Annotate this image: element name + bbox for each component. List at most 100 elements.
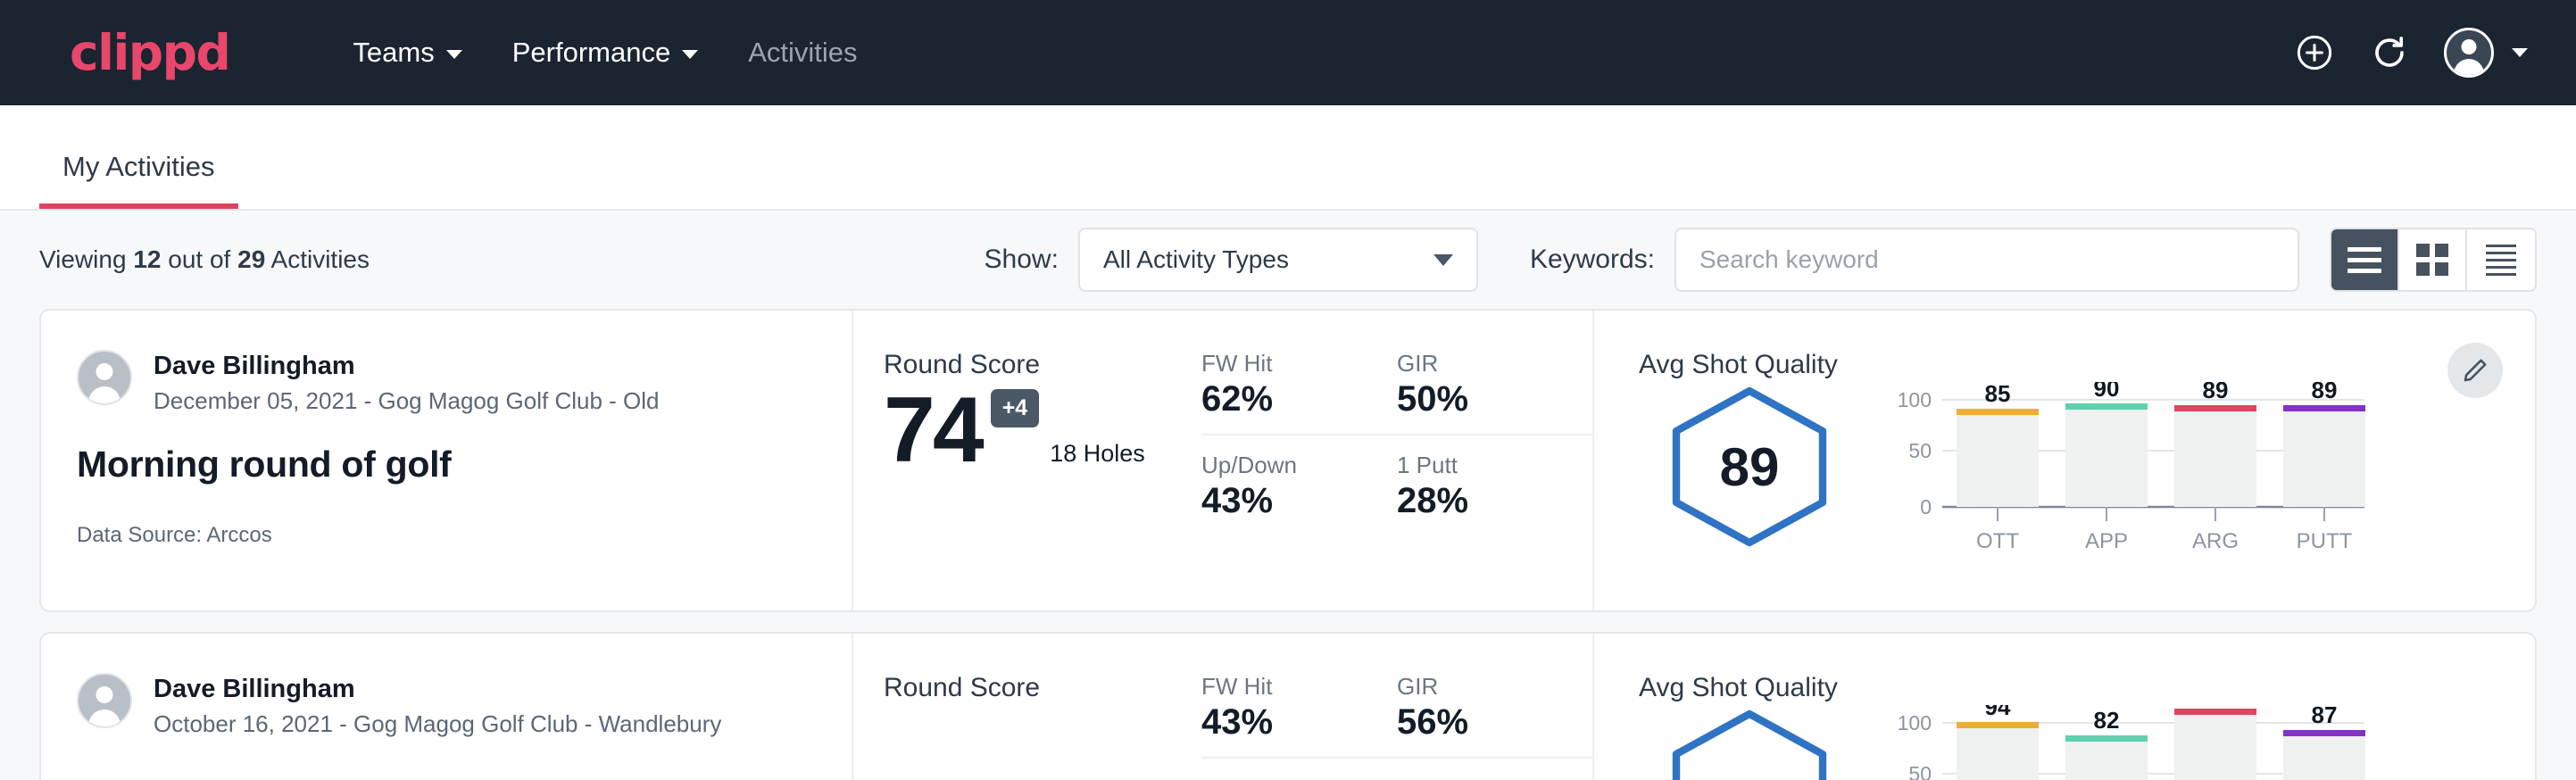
ytick-0: 0: [1920, 495, 1932, 519]
search-input-placeholder: Search keyword: [1699, 245, 1879, 274]
bar-cap-ott: [1957, 409, 2039, 415]
round-score-label: Round Score: [884, 350, 1201, 380]
bar-putt: [2283, 408, 2365, 507]
chevron-down-icon[interactable]: [2512, 48, 2528, 57]
bar-value-arg: 106: [2196, 705, 2234, 706]
stat-up-down: Up/Down 43%: [1201, 436, 1397, 521]
activity-user-meta: October 16, 2021 - Gog Magog Golf Club -…: [154, 710, 721, 738]
round-score-label: Round Score: [884, 673, 1201, 703]
search-input[interactable]: Search keyword: [1674, 228, 2299, 292]
round-stats-grid: FW Hit 43% GIR 56%: [1201, 673, 1592, 759]
round-holes: 18 Holes: [1050, 440, 1145, 468]
stat-gir: GIR 56%: [1397, 673, 1592, 759]
viewing-total: 29: [237, 245, 265, 273]
viewing-suffix: Activities: [271, 245, 370, 273]
activity-user: Dave Billingham December 05, 2021 - Gog …: [77, 350, 816, 415]
avg-shot-quality-label: Avg Shot Quality: [1639, 350, 2535, 380]
stat-1-putt-label: 1 Putt: [1397, 452, 1562, 479]
stat-1-putt-value: 28%: [1397, 481, 1562, 521]
stat-fw-hit-value: 43%: [1201, 702, 1367, 743]
stat-gir-value: 56%: [1397, 702, 1562, 743]
viewing-count: 12: [133, 245, 161, 273]
round-stats-block: FW Hit 62% GIR 50% Up/Down 43% 1 Putt 28…: [1201, 311, 1594, 610]
stat-gir-label: GIR: [1397, 350, 1562, 378]
bar-app: [2065, 406, 2148, 507]
stat-fw-hit-label: FW Hit: [1201, 673, 1367, 701]
ytick-50: 50: [1908, 439, 1932, 462]
stat-fw-hit: FW Hit 62%: [1201, 350, 1397, 436]
view-mode-list[interactable]: [2331, 229, 2399, 290]
navbar-actions: [2294, 28, 2528, 78]
view-mode-grid[interactable]: [2399, 229, 2467, 290]
list-view-icon: [2347, 247, 2381, 273]
nav-item-performance[interactable]: Performance: [487, 28, 723, 78]
bar-cap-ott: [1957, 722, 2039, 728]
stat-up-down-label: Up/Down: [1201, 452, 1367, 479]
bar-putt: [2283, 733, 2365, 780]
chart-bars: 94 82 106 87: [1957, 705, 2365, 780]
activity-type-select[interactable]: All Activity Types: [1078, 228, 1478, 292]
activity-user-name: Dave Billingham: [154, 673, 721, 705]
round-score-value: 74: [884, 384, 982, 477]
bar-ott: [1957, 725, 2039, 780]
top-navbar: clippd Teams Performance Activities: [0, 0, 2576, 105]
bar-cap-putt: [2283, 405, 2365, 411]
round-stats-block: FW Hit 43% GIR 56%: [1201, 634, 1594, 780]
shot-quality-hexagon: 89: [1660, 382, 1839, 552]
nav-item-activities[interactable]: Activities: [723, 28, 882, 78]
chevron-down-icon: [1433, 254, 1453, 266]
stat-fw-hit: FW Hit 43%: [1201, 673, 1397, 759]
activity-card[interactable]: Dave Billingham December 05, 2021 - Gog …: [39, 309, 2537, 612]
bar-value-arg: 89: [2203, 382, 2229, 403]
shot-quality-block: Avg Shot Quality 100 50 0: [1594, 634, 2535, 780]
round-score-badge: +4: [991, 389, 1040, 427]
bar-cap-app: [2065, 403, 2148, 410]
viewing-count-text: Viewing 12 out of 29 Activities: [39, 245, 370, 274]
keywords-label: Keywords:: [1530, 245, 1655, 275]
tab-bar: My Activities: [0, 105, 2576, 211]
activity-data-source: Data Source: Arccos: [77, 523, 816, 548]
stat-gir-label: GIR: [1397, 673, 1562, 701]
stat-gir-value: 50%: [1397, 379, 1562, 419]
compact-view-icon: [2486, 245, 2516, 276]
activity-summary: Dave Billingham October 16, 2021 - Gog M…: [41, 634, 853, 780]
stat-gir: GIR 50%: [1397, 350, 1592, 436]
activity-card[interactable]: Dave Billingham October 16, 2021 - Gog M…: [39, 632, 2537, 780]
chevron-down-icon: [682, 50, 698, 59]
nav-item-teams[interactable]: Teams: [328, 28, 486, 78]
activity-user-name: Dave Billingham: [154, 350, 660, 382]
bar-value-ott: 94: [1985, 705, 2011, 720]
xtick-app: APP: [2085, 529, 2128, 553]
plus-circle-icon[interactable]: [2294, 32, 2335, 73]
activity-type-select-value: All Activity Types: [1103, 245, 1289, 274]
stat-up-down-value: 43%: [1201, 481, 1367, 521]
refresh-icon[interactable]: [2369, 32, 2410, 73]
bar-arg: [2174, 711, 2256, 780]
brand-logo[interactable]: clippd: [70, 29, 229, 78]
activity-list: Dave Billingham December 05, 2021 - Gog …: [0, 309, 2576, 780]
shot-quality-block: Avg Shot Quality 89 100 50 0: [1594, 311, 2535, 610]
activity-user-meta: December 05, 2021 - Gog Magog Golf Club …: [154, 387, 660, 415]
chevron-down-icon: [446, 50, 462, 59]
primary-nav: Teams Performance Activities: [328, 28, 882, 78]
xtick-putt: PUTT: [2297, 529, 2353, 553]
ytick-100: 100: [1898, 388, 1932, 411]
filter-bar: Viewing 12 out of 29 Activities Show: Al…: [0, 211, 2576, 309]
round-score-block: Round Score: [853, 634, 1201, 780]
shot-quality-body: 89 100 50 0: [1639, 382, 2535, 574]
grid-view-icon: [2416, 244, 2448, 276]
edit-activity-button[interactable]: [2447, 343, 2503, 398]
shot-quality-bar-chart: 100 50 0 94: [1878, 705, 2378, 780]
bar-cap-arg: [2174, 709, 2256, 715]
show-label: Show:: [985, 245, 1059, 275]
bar-arg: [2174, 408, 2256, 507]
tab-my-activities[interactable]: My Activities: [39, 153, 238, 209]
xtick-ott: OTT: [1976, 529, 2019, 553]
shot-quality-bar-chart: 100 50 0 85 O: [1878, 382, 2378, 569]
avatar: [77, 673, 132, 728]
account-avatar[interactable]: [2444, 28, 2494, 78]
bar-value-putt: 87: [2312, 705, 2338, 728]
view-mode-compact[interactable]: [2467, 229, 2535, 290]
bar-cap-putt: [2283, 730, 2365, 736]
avg-shot-quality-label: Avg Shot Quality: [1639, 673, 2535, 703]
